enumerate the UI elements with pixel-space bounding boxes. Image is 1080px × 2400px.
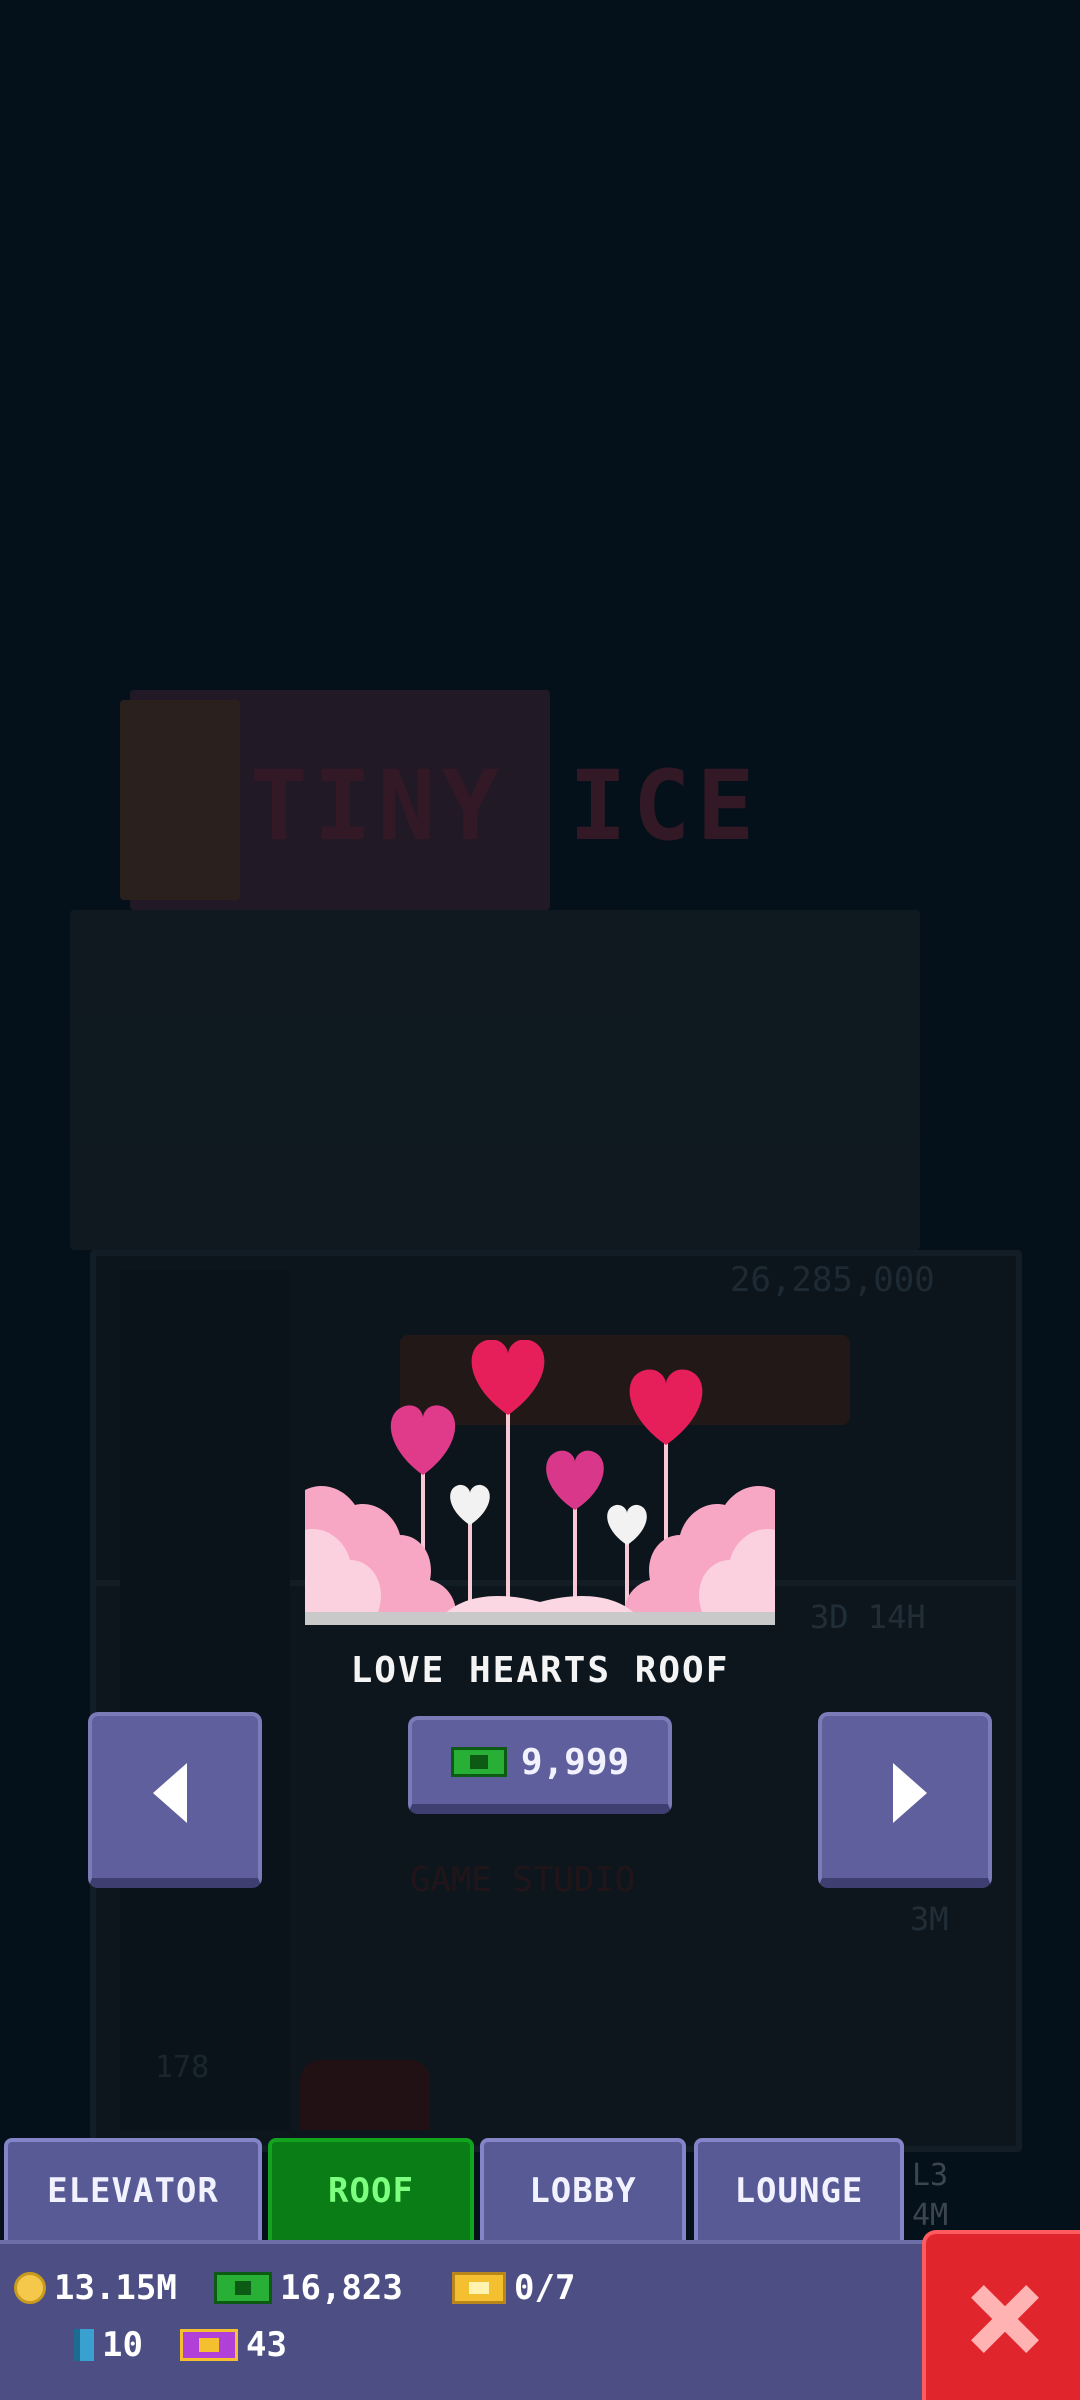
tower-bux-icon — [450, 1747, 507, 1777]
tab-lobby[interactable]: LOBBY — [480, 2138, 686, 2240]
bux-counter: 16,823 — [214, 2268, 403, 2308]
keys-counter: 10 — [74, 2325, 143, 2365]
love-hearts-roof-image — [305, 1340, 775, 1625]
floor-number: 178 — [155, 2050, 210, 2085]
side-label-4m: 4M — [912, 2198, 949, 2233]
heart-balloons — [390, 1340, 703, 1545]
close-button[interactable] — [922, 2230, 1080, 2400]
previous-item-button[interactable] — [88, 1712, 262, 1888]
tab-roof[interactable]: ROOF — [268, 2138, 474, 2240]
bux-value: 16,823 — [280, 2268, 403, 2308]
ice-machine-roof — [70, 910, 920, 1250]
keys-value: 10 — [102, 2325, 143, 2365]
golden-ticket-icon — [452, 2272, 506, 2304]
coins-value: 13.15M — [54, 2268, 177, 2308]
vip-value: 43 — [246, 2325, 287, 2365]
floor-income: 3M — [910, 1900, 949, 1938]
ice-cream-cone — [120, 700, 240, 900]
vip-counter: 43 — [180, 2325, 287, 2365]
arrow-left-icon — [153, 1763, 187, 1823]
pink-clouds — [305, 1485, 775, 1625]
elevator-shaft — [120, 1270, 290, 2130]
side-label-l3: L3 — [912, 2158, 949, 2193]
tickets-counter: 0/7 — [452, 2268, 575, 2308]
resource-bar — [0, 2240, 930, 2400]
floor-name: GAME STUDIO — [410, 1860, 636, 1900]
tower-bux-icon — [214, 2272, 272, 2304]
item-price: 9,999 — [520, 1741, 630, 1783]
floor-timer: 3D 14H — [810, 1598, 926, 1636]
roof-preview — [305, 1340, 775, 1625]
red-couch — [300, 2060, 430, 2130]
next-item-button[interactable] — [818, 1712, 992, 1888]
coin-icon — [14, 2272, 46, 2304]
floor-cost: 26,285,000 — [730, 1260, 935, 1300]
coins-counter: 13.15M — [14, 2268, 177, 2308]
item-name: LOVE HEARTS ROOF — [350, 1650, 730, 1691]
tab-lounge[interactable]: LOUNGE — [694, 2138, 904, 2240]
tab-elevator[interactable]: ELEVATOR — [4, 2138, 262, 2240]
customize-tabs: ELEVATOR ROOF LOBBY LOUNGE — [0, 2138, 910, 2240]
tickets-value: 0/7 — [514, 2268, 576, 2308]
arrow-right-icon — [893, 1763, 927, 1823]
sign-text: TINY ICE — [250, 750, 761, 862]
key-icon — [74, 2329, 94, 2361]
buy-button[interactable]: 9,999 — [408, 1716, 672, 1814]
vip-ticket-icon — [180, 2329, 238, 2361]
